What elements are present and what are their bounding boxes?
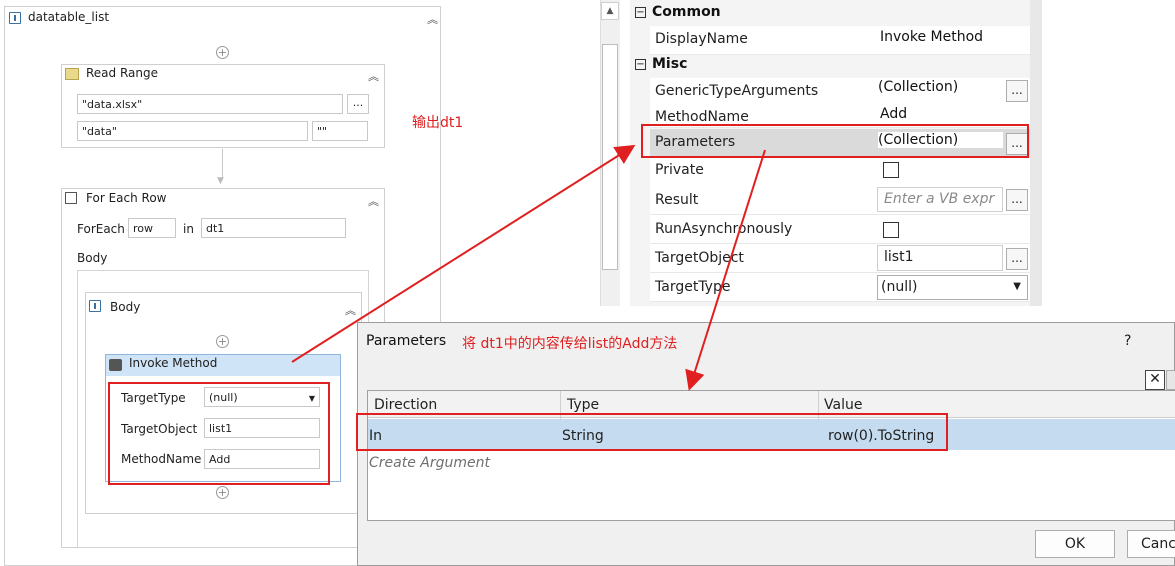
arrow-parameters-to-dialog	[685, 149, 766, 391]
annotation-arrows	[291, 144, 766, 391]
arrow-invoke-to-parameters	[291, 144, 636, 363]
